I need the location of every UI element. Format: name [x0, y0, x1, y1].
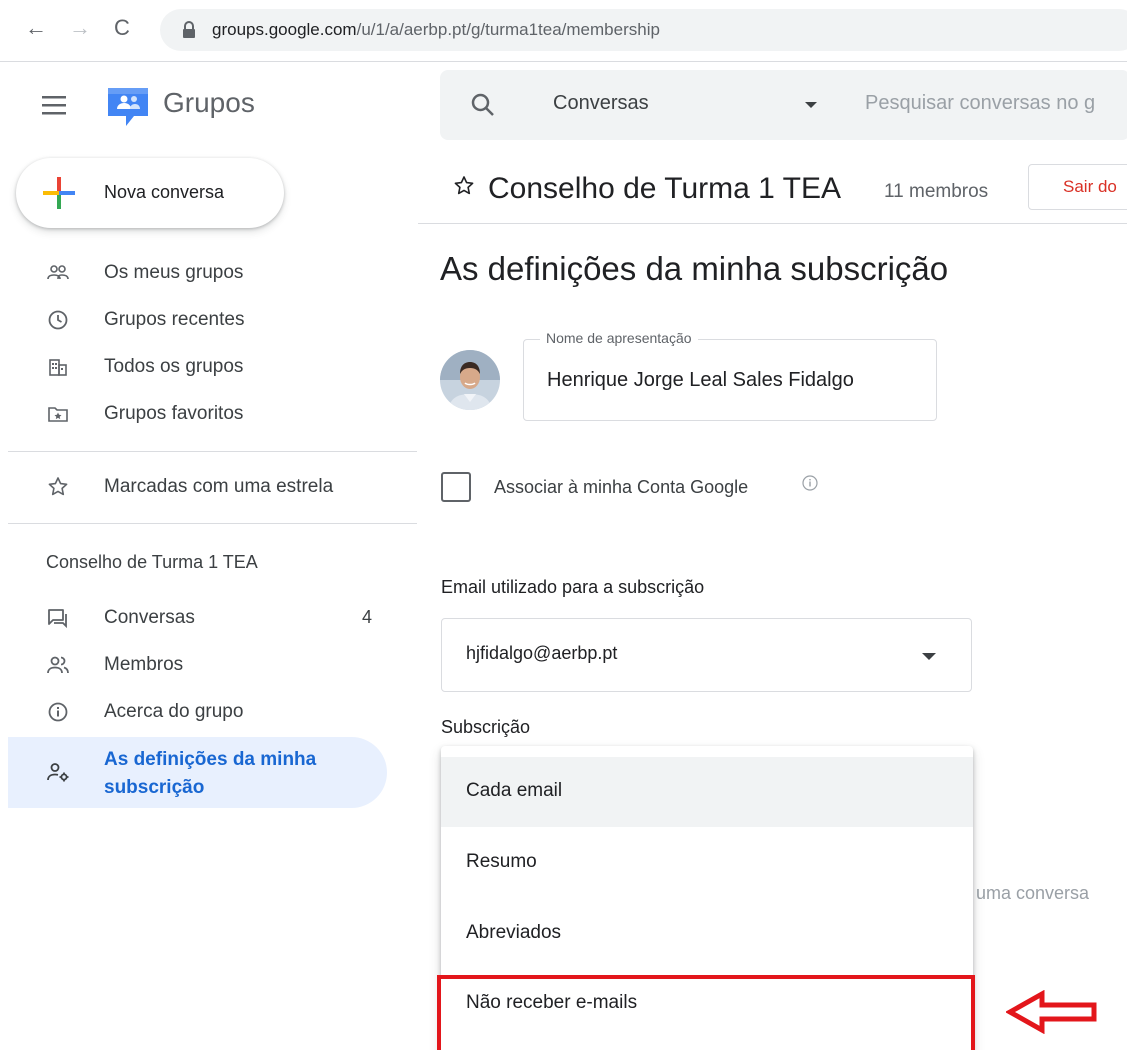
sidebar-item-label: Os meus grupos	[104, 262, 244, 283]
conversations-icon	[48, 609, 67, 629]
clock-icon	[48, 310, 68, 330]
leave-group-label: Sair do	[1063, 177, 1117, 196]
member-count: 11 membros	[884, 181, 989, 202]
background-option-text: uma conversa	[976, 883, 1090, 903]
url-text: groups.google.com/u/1/a/aerbp.pt/g/turma…	[212, 20, 660, 39]
sidebar-item-label: Membros	[104, 654, 184, 675]
subscription-email-label: Email utilizado para a subscrição	[441, 577, 705, 597]
sidebar-item-label: Acerca do grupo	[104, 701, 244, 722]
divider	[8, 451, 417, 452]
chevron-down-icon	[922, 653, 936, 660]
app-brand: Grupos	[163, 87, 255, 118]
person-settings-icon	[47, 763, 69, 782]
group-header: Conselho de Turma 1 TEA 11 membros Sair …	[418, 160, 1127, 224]
lock-icon	[183, 21, 195, 38]
option-label: Abreviados	[466, 922, 562, 943]
group-title: Conselho de Turma 1 TEA	[488, 172, 841, 205]
option-digest[interactable]: Resumo	[441, 828, 973, 898]
search-bar[interactable]: Conversas Pesquisar conversas no g	[440, 70, 1127, 140]
new-conversation-button[interactable]: Nova conversa	[16, 158, 284, 228]
sidebar-item-my-subscription-settings[interactable]: As definições da minha subscrição	[8, 737, 387, 808]
link-google-account-label: Associar à minha Conta Google	[494, 477, 749, 497]
option-abridged[interactable]: Abreviados	[441, 899, 973, 969]
divider	[8, 523, 417, 524]
sidebar-item-label: Marcadas com uma estrela	[104, 476, 334, 497]
sidebar-item-label: Grupos favoritos	[104, 403, 244, 424]
conversation-count: 4	[362, 607, 373, 627]
link-google-account-checkbox[interactable]	[441, 472, 471, 502]
sidebar-item-starred[interactable]: Marcadas com uma estrela	[0, 465, 387, 509]
back-arrow-icon[interactable]: ←	[22, 14, 50, 42]
option-each-email[interactable]: Cada email	[441, 757, 973, 827]
new-conversation-label: Nova conversa	[104, 182, 225, 202]
sidebar-item-favorite-groups[interactable]: Grupos favoritos	[0, 392, 387, 436]
building-icon	[49, 359, 67, 376]
sidebar-item-label: As definições da minha subscrição	[104, 749, 317, 798]
sidebar-item-about-group[interactable]: Acerca do grupo	[0, 690, 387, 734]
browser-toolbar: ← → C groups.google.com/u/1/a/aerbp.pt/g…	[0, 0, 1127, 62]
address-bar[interactable]: groups.google.com/u/1/a/aerbp.pt/g/turma…	[160, 9, 1127, 51]
annotation-highlight-box	[437, 975, 975, 1050]
leave-group-button[interactable]: Sair do	[1028, 164, 1127, 210]
sidebar-item-recent-groups[interactable]: Grupos recentes	[0, 298, 387, 342]
sidebar-item-label: Grupos recentes	[104, 309, 245, 330]
option-label: Cada email	[466, 780, 563, 801]
subscription-email-value: hjfidalgo@aerbp.pt	[466, 643, 618, 663]
option-label: Resumo	[466, 851, 537, 872]
display-name-value: Henrique Jorge Leal Sales Fidalgo	[547, 369, 854, 391]
forward-arrow-icon[interactable]: →	[66, 14, 94, 42]
page-title: As definições da minha subscrição	[440, 250, 949, 287]
display-name-field[interactable]: Nome de apresentação Henrique Jorge Leal…	[523, 330, 937, 421]
display-name-label: Nome de apresentação	[540, 330, 698, 346]
subscription-label: Subscrição	[441, 717, 531, 737]
chevron-down-icon[interactable]	[805, 102, 817, 108]
favorite-folder-icon	[48, 407, 68, 422]
sidebar-item-my-groups[interactable]: Os meus grupos	[0, 251, 387, 295]
sidebar-item-all-groups[interactable]: Todos os grupos	[0, 345, 387, 389]
search-input[interactable]: Pesquisar conversas no g	[865, 92, 1095, 115]
annotation-arrow-icon	[1006, 990, 1097, 1034]
sidebar-item-conversations[interactable]: Conversas 4	[0, 596, 387, 640]
sidebar-item-label: Todos os grupos	[104, 356, 244, 377]
search-icon[interactable]	[470, 92, 496, 118]
star-icon	[48, 477, 68, 496]
search-scope-select[interactable]: Conversas	[553, 92, 649, 115]
groups-icon	[47, 265, 69, 280]
reload-icon[interactable]: C	[108, 14, 136, 42]
info-icon	[48, 702, 68, 722]
info-icon[interactable]	[801, 474, 819, 492]
subscription-email-select[interactable]: hjfidalgo@aerbp.pt	[441, 618, 972, 692]
sidebar-item-members[interactable]: Membros	[0, 643, 387, 687]
members-icon	[47, 656, 69, 674]
sidebar-item-label: Conversas	[104, 607, 195, 628]
groups-logo-icon	[108, 88, 148, 126]
sidebar-section-title: Conselho de Turma 1 TEA	[46, 552, 258, 572]
plus-icon	[43, 177, 75, 209]
hamburger-menu-icon[interactable]	[40, 93, 68, 117]
star-icon[interactable]	[452, 174, 476, 198]
avatar	[440, 350, 500, 410]
